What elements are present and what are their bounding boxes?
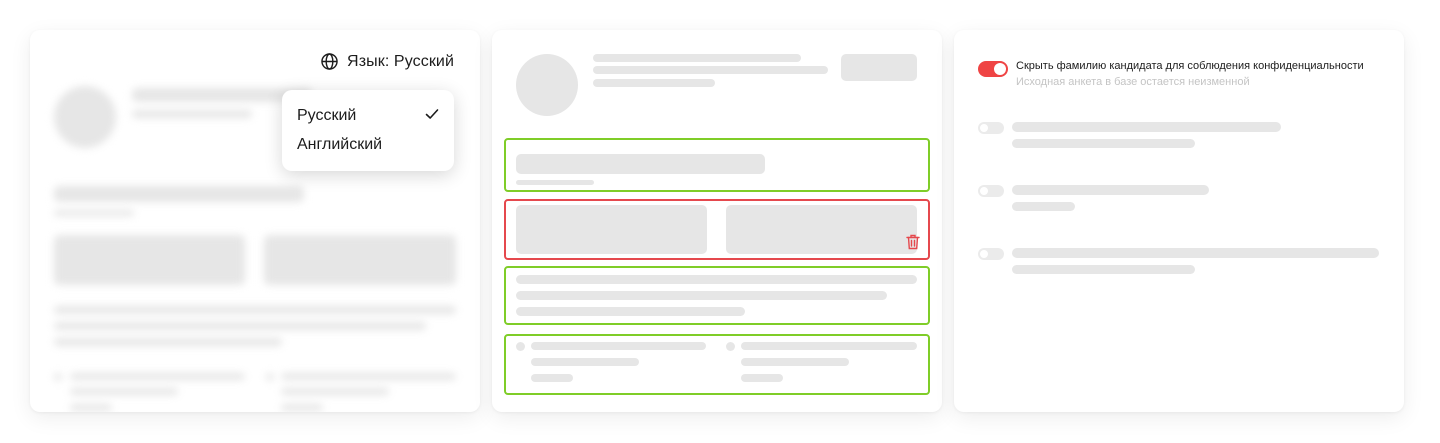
- skeleton-line: [281, 404, 323, 411]
- skeleton-line: [1012, 139, 1195, 148]
- language-selector[interactable]: Язык: Русский: [320, 52, 454, 71]
- section-highlight-added[interactable]: [504, 138, 930, 192]
- option-label: Русский: [297, 107, 357, 124]
- skeleton-line: [741, 374, 783, 382]
- language-option-russian[interactable]: Русский: [282, 106, 454, 135]
- setting-toggle[interactable]: [978, 185, 1004, 197]
- skeleton-line: [70, 388, 178, 395]
- setting-toggle[interactable]: [978, 248, 1004, 260]
- skeleton-line: [741, 342, 917, 350]
- privacy-settings-card: Скрыть фамилию кандидата для соблюдения …: [954, 30, 1404, 412]
- skeleton-line: [516, 154, 765, 174]
- skeleton-line: [593, 79, 715, 87]
- skeleton-line: [531, 374, 573, 382]
- language-label: Язык: Русский: [347, 52, 454, 70]
- resume-preview-card: Язык: Русский Русский Английский: [30, 30, 480, 412]
- skeleton-line: [741, 358, 849, 366]
- skeleton-line: [54, 186, 304, 202]
- skeleton-line: [281, 373, 456, 380]
- skeleton-line: [516, 307, 745, 316]
- skeleton-line: [1012, 265, 1195, 274]
- skeleton-dot: [54, 373, 62, 381]
- skeleton-dot: [516, 342, 525, 351]
- section-highlight-added[interactable]: [504, 334, 930, 395]
- skeleton-line: [1012, 185, 1209, 195]
- skeleton-line: [54, 210, 134, 216]
- skeleton-line: [1012, 202, 1075, 211]
- skeleton-line: [132, 110, 252, 118]
- section-highlight-removed[interactable]: [504, 199, 930, 260]
- checkmark-icon: [425, 109, 439, 119]
- skeleton-line: [54, 322, 426, 330]
- skeleton-line: [516, 275, 917, 284]
- setting-toggle[interactable]: [978, 122, 1004, 134]
- skeleton-line: [54, 338, 282, 346]
- skeleton-line: [531, 358, 639, 366]
- skeleton-dot: [726, 342, 735, 351]
- hide-surname-label: Скрыть фамилию кандидата для соблюдения …: [1016, 60, 1364, 72]
- option-label: Английский: [297, 136, 383, 153]
- skeleton-dot: [266, 373, 274, 381]
- blurred-resume-content: [30, 30, 480, 412]
- avatar-placeholder: [54, 86, 116, 148]
- globe-icon: [320, 52, 339, 71]
- skeleton-block: [726, 205, 917, 254]
- skeleton-line: [516, 291, 887, 300]
- skeleton-line: [593, 54, 801, 62]
- skeleton-line: [1012, 248, 1379, 258]
- skeleton-line: [516, 180, 594, 185]
- language-option-english[interactable]: Английский: [282, 135, 454, 164]
- hide-surname-toggle[interactable]: [978, 61, 1008, 77]
- resume-sections-card: [492, 30, 942, 412]
- skeleton-line: [531, 342, 706, 350]
- section-highlight-added[interactable]: [504, 266, 930, 325]
- skeleton-button: [841, 54, 917, 81]
- skeleton-block: [516, 205, 707, 254]
- trash-icon[interactable]: [906, 234, 920, 250]
- skeleton-line: [1012, 122, 1281, 132]
- skeleton-block: [54, 235, 245, 285]
- skeleton-block: [264, 235, 456, 285]
- skeleton-line: [281, 388, 389, 395]
- skeleton-line: [593, 66, 828, 74]
- avatar-placeholder: [516, 54, 578, 116]
- skeleton-line: [70, 404, 112, 411]
- hide-surname-hint: Исходная анкета в базе остается неизменн…: [1016, 76, 1250, 88]
- skeleton-line: [54, 306, 456, 314]
- language-dropdown: Русский Английский: [282, 90, 454, 171]
- skeleton-line: [70, 373, 245, 380]
